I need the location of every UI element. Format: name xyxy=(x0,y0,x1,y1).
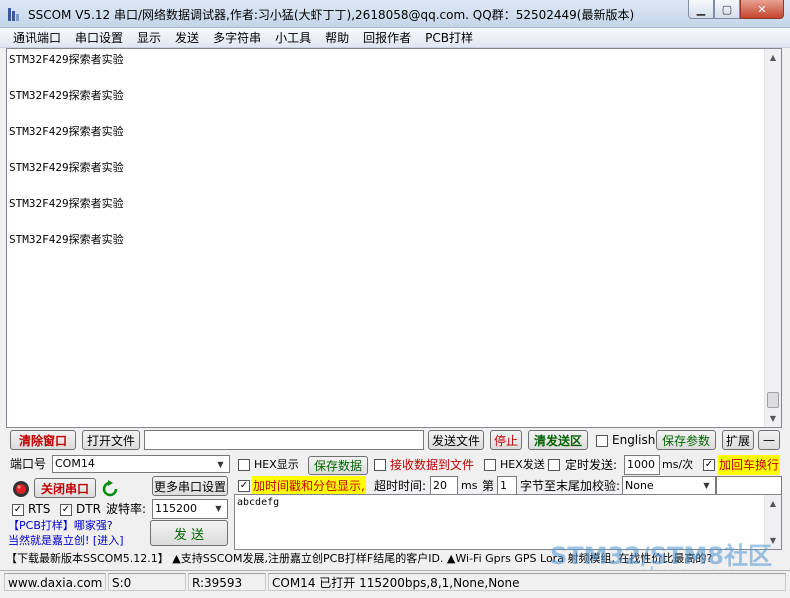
menu-multi-string[interactable]: 多字符串 xyxy=(206,29,268,47)
interval-input[interactable]: 1000 xyxy=(624,455,660,475)
dtr-checkbox[interactable]: ✓ xyxy=(60,504,72,516)
refresh-icon[interactable] xyxy=(102,480,118,498)
close-port-button[interactable]: 关闭串口 xyxy=(34,478,96,498)
title-bar: SSCOM V5.12 串口/网络数据调试器,作者:习小猛(大虾丁丁),2618… xyxy=(0,0,790,28)
rts-label: RTS xyxy=(28,502,51,516)
open-file-button[interactable]: 打开文件 xyxy=(82,430,140,450)
timeout-input[interactable]: 20 xyxy=(430,476,458,496)
timestamp-checkbox[interactable]: ✓ xyxy=(238,480,250,492)
timed-send-label: 定时发送: xyxy=(565,458,618,472)
file-path-input[interactable] xyxy=(144,430,424,450)
timeout-unit-label: ms xyxy=(461,479,478,492)
hex-send-checkbox[interactable] xyxy=(484,459,496,471)
dtr-label: DTR xyxy=(76,502,101,516)
receive-line xyxy=(9,141,764,159)
menu-bar: 通讯端口 串口设置 显示 发送 多字符串 小工具 帮助 回报作者 PCB打样 xyxy=(0,28,790,48)
baud-value: 115200 xyxy=(155,502,197,515)
english-checkbox[interactable] xyxy=(596,435,608,447)
port-panel: 端口号 COM14 ▼ 关闭串口 更多串口设置 ✓ RTS ✓ DTR 波特率:… xyxy=(6,454,230,550)
port-value: COM14 xyxy=(55,457,95,470)
hex-send-label: HEX发送 xyxy=(500,458,545,471)
collapse-button[interactable]: — xyxy=(758,430,780,450)
rts-checkbox[interactable]: ✓ xyxy=(12,504,24,516)
receive-line xyxy=(9,105,764,123)
file-toolbar: 清除窗口 打开文件 发送文件 停止 清发送区 English 保存参数 扩展 — xyxy=(6,430,788,452)
send-text: abcdefg xyxy=(237,497,280,508)
hex-display-label: HEX显示 xyxy=(254,458,299,471)
menu-tools[interactable]: 小工具 xyxy=(268,29,318,47)
add-crlf-label: 加回车换行 xyxy=(718,455,781,475)
status-bar: www.daxia.com S:0 R:39593 COM14 已打开 1152… xyxy=(0,570,790,592)
status-received-count: R:39593 xyxy=(188,573,266,591)
save-params-button[interactable]: 保存参数 xyxy=(656,430,716,450)
menu-comm-port[interactable]: 通讯端口 xyxy=(6,29,68,47)
receive-scrollbar[interactable]: ▲ ▼ xyxy=(764,49,781,427)
receive-textarea[interactable]: STM32F429探索者实验 STM32F429探索者实验 STM32F429探… xyxy=(6,48,782,428)
receive-line: STM32F429探索者实验 xyxy=(9,53,124,66)
receive-line xyxy=(9,69,764,87)
receive-line xyxy=(9,177,764,195)
menu-port-settings[interactable]: 串口设置 xyxy=(68,29,130,47)
chevron-down-icon: ▼ xyxy=(703,481,710,490)
port-led-icon xyxy=(13,481,29,497)
timeout-label: 超时时间: xyxy=(374,479,427,493)
minimize-button[interactable]: ▁ xyxy=(688,0,714,19)
send-file-button[interactable]: 发送文件 xyxy=(428,430,484,450)
maximize-button[interactable]: ▢ xyxy=(714,0,740,19)
receive-line: STM32F429探索者实验 xyxy=(9,89,124,102)
receive-text: STM32F429探索者实验 STM32F429探索者实验 STM32F429探… xyxy=(9,51,764,249)
sscom-app-icon xyxy=(8,8,19,21)
pcb-promo-link[interactable]: 【PCB打样】哪家强? xyxy=(8,518,113,533)
menu-send[interactable]: 发送 xyxy=(168,29,206,47)
checksum-value: None xyxy=(625,479,654,492)
receive-line: STM32F429探索者实验 xyxy=(9,197,124,210)
byte-prefix-label: 第 xyxy=(482,479,495,493)
receive-line: STM32F429探索者实验 xyxy=(9,233,124,246)
status-port-info: COM14 已打开 115200bps,8,1,None,None xyxy=(268,573,786,591)
send-button[interactable]: 发 送 xyxy=(150,520,228,546)
port-label: 端口号 xyxy=(10,457,47,471)
chevron-down-icon: ▼ xyxy=(215,504,222,513)
english-label: English xyxy=(612,433,656,447)
menu-help[interactable]: 帮助 xyxy=(318,29,356,47)
recv-to-file-checkbox[interactable] xyxy=(374,459,386,471)
menu-report-author[interactable]: 回报作者 xyxy=(356,29,418,47)
status-website[interactable]: www.daxia.com xyxy=(4,573,106,591)
timed-send-checkbox[interactable] xyxy=(548,459,560,471)
pcb-promo-enter-link[interactable]: 当然就是嘉立创! [进入] xyxy=(8,533,124,548)
expand-button[interactable]: 扩展 xyxy=(722,430,754,450)
clear-window-button[interactable]: 清除窗口 xyxy=(10,430,76,450)
checksum-extra-field[interactable] xyxy=(716,476,782,496)
recv-to-file-label: 接收数据到文件 xyxy=(390,458,475,472)
add-crlf-checkbox[interactable]: ✓ xyxy=(703,459,715,471)
receive-line: STM32F429探索者实验 xyxy=(9,161,124,174)
checksum-label: 字节至末尾加校验: xyxy=(520,479,621,493)
scroll-up-arrow-icon[interactable]: ▲ xyxy=(765,49,781,66)
clear-send-button[interactable]: 清发送区 xyxy=(528,430,588,450)
byte-index-input[interactable]: 1 xyxy=(497,476,517,496)
baud-label: 波特率: xyxy=(106,502,147,516)
port-select[interactable]: COM14 ▼ xyxy=(52,455,230,473)
menu-pcb[interactable]: PCB打样 xyxy=(418,29,480,47)
close-button[interactable]: ✕ xyxy=(740,0,784,19)
scroll-down-arrow-icon[interactable]: ▼ xyxy=(765,410,781,427)
chevron-down-icon: ▼ xyxy=(217,460,224,469)
window-title: SSCOM V5.12 串口/网络数据调试器,作者:习小猛(大虾丁丁),2618… xyxy=(28,8,635,22)
stop-button[interactable]: 停止 xyxy=(490,430,522,450)
receive-line xyxy=(9,213,764,231)
baud-select[interactable]: 115200 ▼ xyxy=(152,499,228,519)
menu-display[interactable]: 显示 xyxy=(130,29,168,47)
scroll-up-arrow-icon[interactable]: ▲ xyxy=(765,495,781,512)
status-sent-count: S:0 xyxy=(108,573,186,591)
save-data-button[interactable]: 保存数据 xyxy=(308,456,368,475)
checksum-select[interactable]: None ▼ xyxy=(622,476,716,496)
hex-display-checkbox[interactable] xyxy=(238,459,250,471)
interval-unit-label: ms/次 xyxy=(662,458,694,471)
more-port-settings-button[interactable]: 更多串口设置 xyxy=(152,476,228,496)
timestamp-label: 加时间戳和分包显示, xyxy=(252,476,366,496)
receive-line: STM32F429探索者实验 xyxy=(9,125,124,138)
scroll-thumb[interactable] xyxy=(767,392,779,408)
